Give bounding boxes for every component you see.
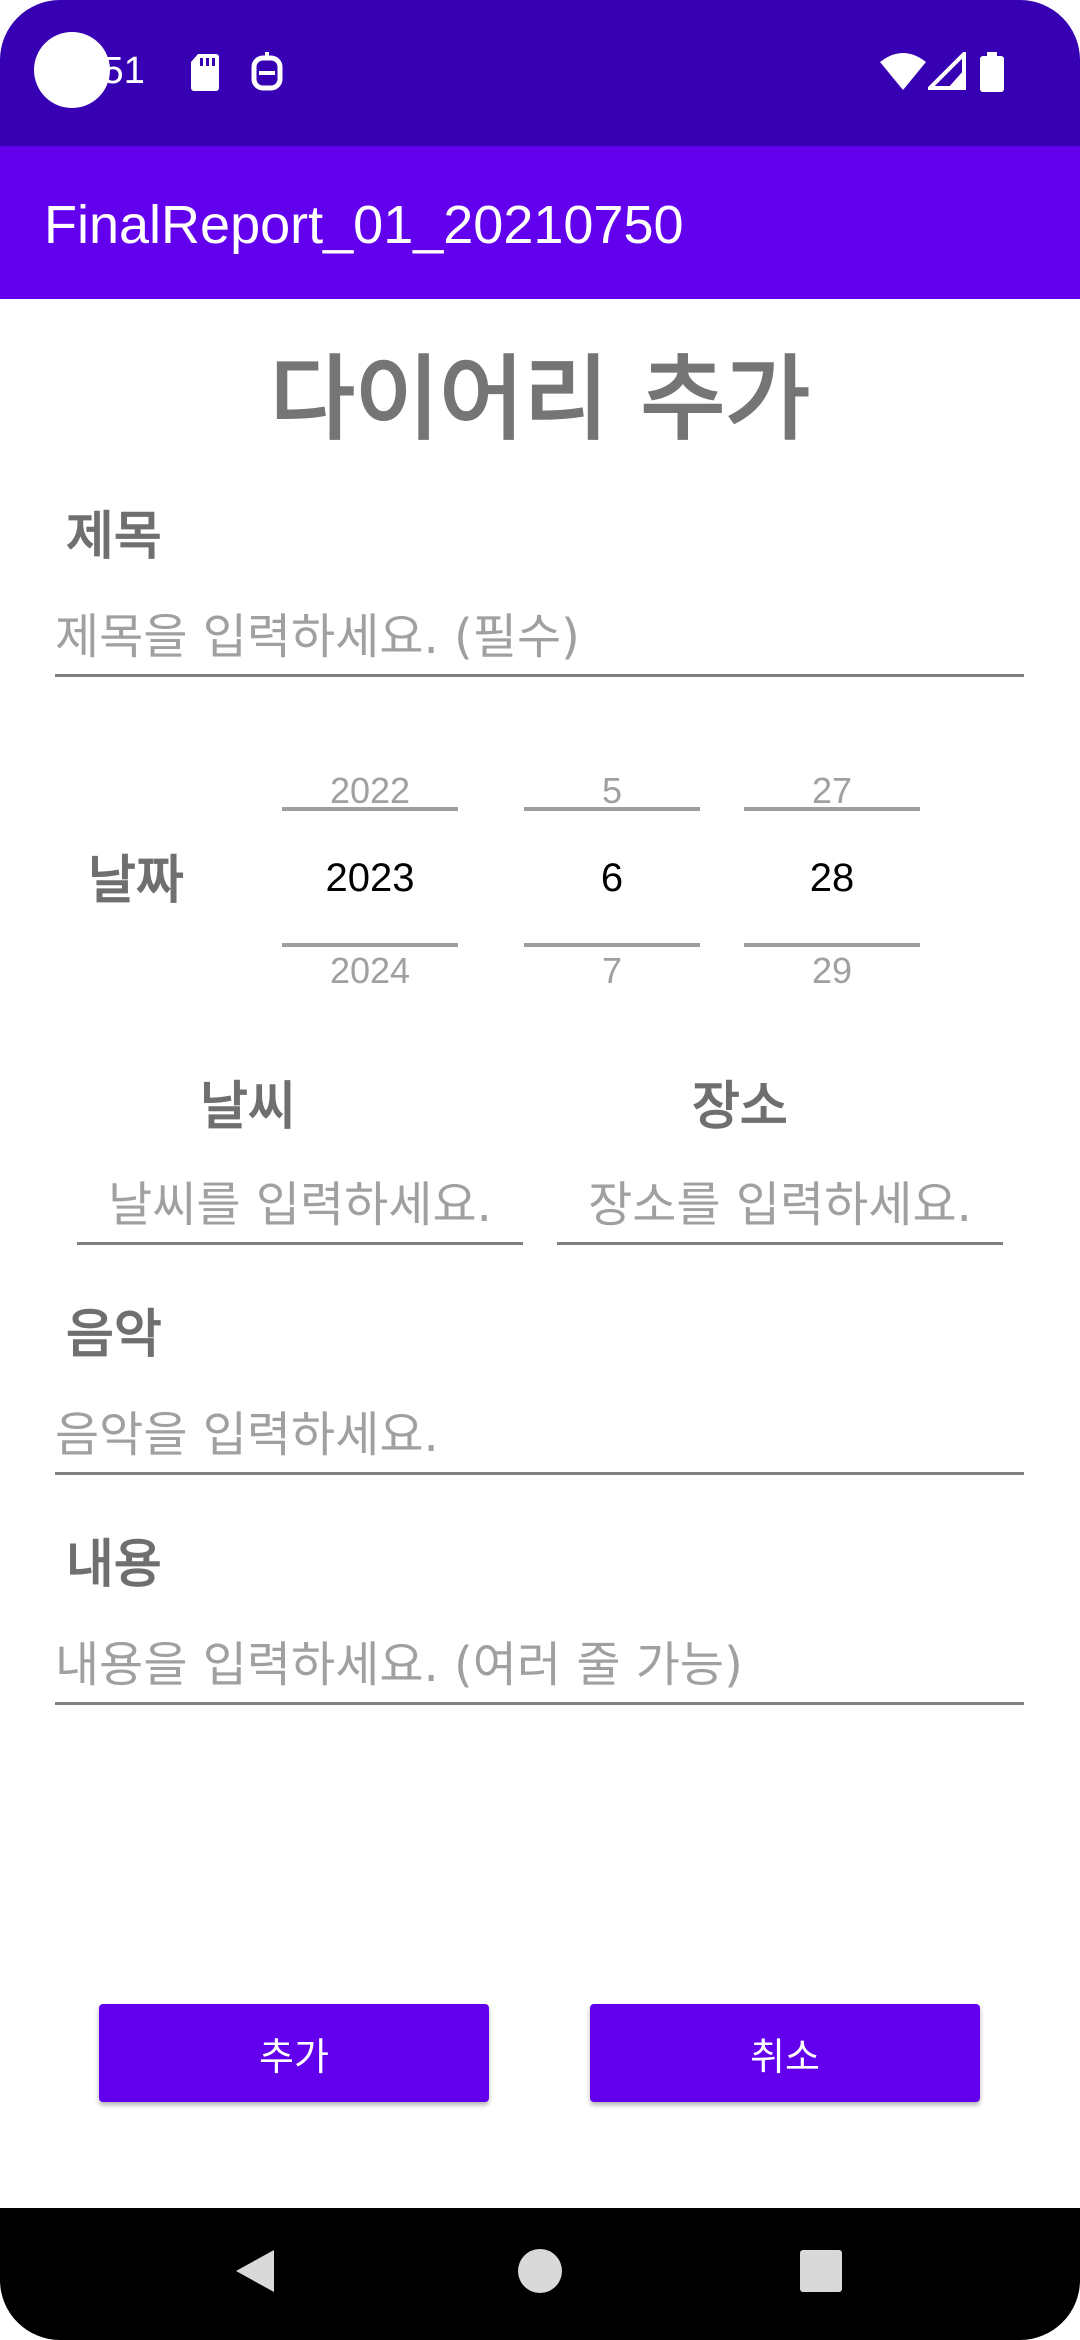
day-selected[interactable]: 28 [744,856,920,901]
picker-divider [744,807,920,811]
page-title: 다이어리 추가 [270,346,810,453]
notification-icon [251,52,283,91]
home-icon[interactable] [518,2249,562,2293]
signal-icon [928,52,966,90]
app-title: FinalReport_01_20210750 [44,195,684,255]
picker-divider [282,807,458,811]
title-label: 제목 [66,507,162,567]
content-label: 내용 [66,1535,162,1595]
year-next[interactable]: 2024 [282,950,458,992]
date-label: 날짜 [88,851,184,911]
sd-card-icon [191,54,219,91]
month-prev[interactable]: 5 [524,770,700,812]
month-next[interactable]: 7 [524,950,700,992]
recents-icon[interactable] [800,2250,842,2292]
day-picker[interactable]: 27 28 29 [744,760,920,1000]
camera-cutout [34,32,110,108]
place-label: 장소 [692,1077,788,1137]
month-picker[interactable]: 5 6 7 [524,760,700,1000]
wifi-icon [880,53,926,90]
picker-divider [282,943,458,947]
title-input[interactable] [55,600,1024,677]
weather-label: 날씨 [200,1077,296,1137]
back-icon[interactable] [234,2248,276,2294]
battery-icon [980,52,1004,92]
navigation-bar [0,2208,1080,2340]
day-prev[interactable]: 27 [744,770,920,812]
picker-divider [744,943,920,947]
music-label: 음악 [66,1305,162,1365]
content-input[interactable] [55,1628,1024,1705]
status-bar: :51 [0,0,1080,146]
music-input[interactable] [55,1398,1024,1475]
year-picker[interactable]: 2022 2023 2024 [282,760,458,1000]
place-input[interactable] [557,1168,1003,1245]
year-prev[interactable]: 2022 [282,770,458,812]
month-selected[interactable]: 6 [524,856,700,901]
picker-divider [524,807,700,811]
day-next[interactable]: 29 [744,950,920,992]
add-button[interactable]: 추가 [99,2004,489,2102]
picker-divider [524,943,700,947]
weather-input[interactable] [77,1168,523,1245]
year-selected[interactable]: 2023 [282,856,458,901]
cancel-button[interactable]: 취소 [590,2004,980,2102]
